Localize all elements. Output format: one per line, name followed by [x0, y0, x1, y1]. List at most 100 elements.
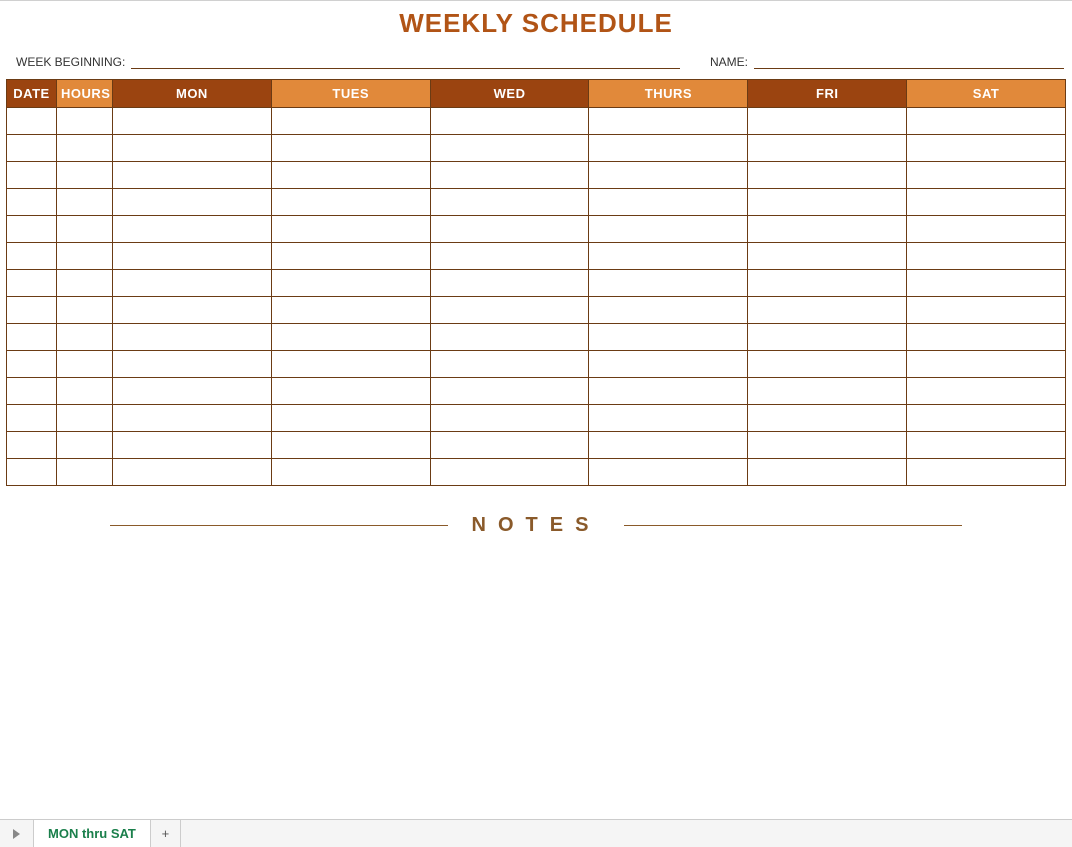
table-cell[interactable]	[748, 162, 907, 189]
table-cell[interactable]	[271, 351, 430, 378]
table-cell[interactable]	[748, 297, 907, 324]
table-cell[interactable]	[57, 378, 113, 405]
table-cell[interactable]	[57, 162, 113, 189]
table-cell[interactable]	[430, 216, 589, 243]
table-cell[interactable]	[430, 162, 589, 189]
table-cell[interactable]	[113, 405, 272, 432]
table-cell[interactable]	[7, 216, 57, 243]
table-cell[interactable]	[907, 432, 1066, 459]
table-cell[interactable]	[907, 135, 1066, 162]
table-cell[interactable]	[7, 324, 57, 351]
table-cell[interactable]	[589, 189, 748, 216]
table-cell[interactable]	[748, 270, 907, 297]
table-cell[interactable]	[589, 378, 748, 405]
table-cell[interactable]	[57, 351, 113, 378]
table-cell[interactable]	[113, 135, 272, 162]
table-cell[interactable]	[57, 189, 113, 216]
table-cell[interactable]	[271, 270, 430, 297]
table-cell[interactable]	[589, 405, 748, 432]
table-cell[interactable]	[7, 432, 57, 459]
table-cell[interactable]	[430, 297, 589, 324]
table-cell[interactable]	[748, 108, 907, 135]
table-cell[interactable]	[748, 432, 907, 459]
table-cell[interactable]	[907, 108, 1066, 135]
table-cell[interactable]	[589, 351, 748, 378]
table-cell[interactable]	[271, 135, 430, 162]
table-cell[interactable]	[57, 243, 113, 270]
table-cell[interactable]	[430, 324, 589, 351]
table-cell[interactable]	[589, 459, 748, 486]
table-cell[interactable]	[748, 351, 907, 378]
table-cell[interactable]	[57, 324, 113, 351]
table-cell[interactable]	[907, 189, 1066, 216]
table-cell[interactable]	[430, 243, 589, 270]
table-cell[interactable]	[430, 189, 589, 216]
table-cell[interactable]	[907, 378, 1066, 405]
table-cell[interactable]	[430, 108, 589, 135]
table-cell[interactable]	[430, 378, 589, 405]
table-cell[interactable]	[7, 405, 57, 432]
table-cell[interactable]	[907, 162, 1066, 189]
table-cell[interactable]	[430, 270, 589, 297]
table-cell[interactable]	[113, 270, 272, 297]
table-cell[interactable]	[113, 189, 272, 216]
table-cell[interactable]	[113, 108, 272, 135]
table-cell[interactable]	[748, 378, 907, 405]
table-cell[interactable]	[430, 432, 589, 459]
table-cell[interactable]	[271, 432, 430, 459]
table-cell[interactable]	[907, 270, 1066, 297]
table-cell[interactable]	[589, 297, 748, 324]
table-cell[interactable]	[748, 405, 907, 432]
sheet-tab-active[interactable]: MON thru SAT	[34, 820, 151, 847]
add-sheet-button[interactable]: +	[151, 820, 181, 847]
table-cell[interactable]	[113, 432, 272, 459]
table-cell[interactable]	[589, 243, 748, 270]
table-cell[interactable]	[748, 189, 907, 216]
name-input[interactable]	[754, 53, 1064, 69]
table-cell[interactable]	[748, 243, 907, 270]
table-cell[interactable]	[430, 351, 589, 378]
table-cell[interactable]	[271, 405, 430, 432]
table-cell[interactable]	[907, 324, 1066, 351]
table-cell[interactable]	[589, 108, 748, 135]
table-cell[interactable]	[113, 243, 272, 270]
table-cell[interactable]	[589, 432, 748, 459]
table-cell[interactable]	[907, 405, 1066, 432]
table-cell[interactable]	[113, 297, 272, 324]
week-beginning-input[interactable]	[131, 53, 680, 69]
table-cell[interactable]	[271, 324, 430, 351]
table-cell[interactable]	[589, 270, 748, 297]
table-cell[interactable]	[271, 243, 430, 270]
table-cell[interactable]	[7, 189, 57, 216]
table-cell[interactable]	[113, 378, 272, 405]
table-cell[interactable]	[748, 216, 907, 243]
table-cell[interactable]	[589, 135, 748, 162]
table-cell[interactable]	[748, 459, 907, 486]
table-cell[interactable]	[57, 432, 113, 459]
table-cell[interactable]	[589, 324, 748, 351]
table-cell[interactable]	[271, 162, 430, 189]
table-cell[interactable]	[113, 324, 272, 351]
table-cell[interactable]	[589, 216, 748, 243]
table-cell[interactable]	[589, 162, 748, 189]
table-cell[interactable]	[748, 324, 907, 351]
table-cell[interactable]	[57, 405, 113, 432]
table-cell[interactable]	[430, 135, 589, 162]
table-cell[interactable]	[7, 108, 57, 135]
table-cell[interactable]	[271, 297, 430, 324]
table-cell[interactable]	[430, 405, 589, 432]
table-cell[interactable]	[113, 351, 272, 378]
table-cell[interactable]	[57, 108, 113, 135]
table-cell[interactable]	[113, 216, 272, 243]
table-cell[interactable]	[7, 135, 57, 162]
table-cell[interactable]	[907, 459, 1066, 486]
table-cell[interactable]	[113, 162, 272, 189]
table-cell[interactable]	[57, 135, 113, 162]
table-cell[interactable]	[7, 270, 57, 297]
table-cell[interactable]	[57, 459, 113, 486]
table-cell[interactable]	[57, 270, 113, 297]
table-cell[interactable]	[113, 459, 272, 486]
table-cell[interactable]	[907, 297, 1066, 324]
table-cell[interactable]	[7, 378, 57, 405]
table-cell[interactable]	[907, 351, 1066, 378]
